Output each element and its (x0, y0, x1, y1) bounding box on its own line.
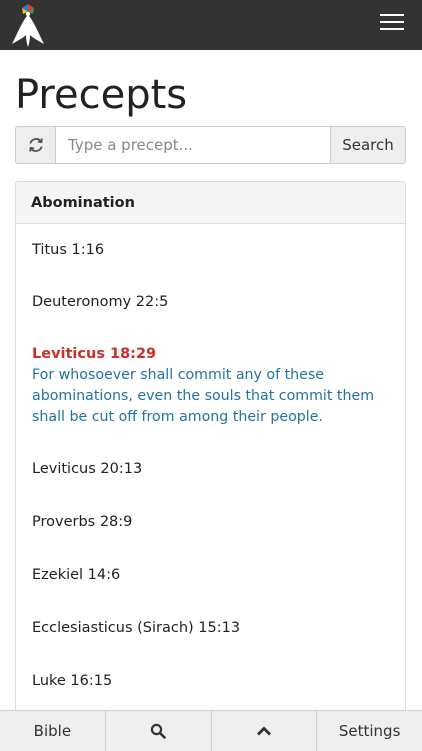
reference-label: Proverbs 28:9 (32, 514, 133, 530)
scroll-up-button[interactable] (212, 711, 318, 751)
search-bar: Search (15, 126, 406, 164)
precept-panel: Abomination Titus 1:16 Deuteronomy 22:5 … (15, 181, 406, 721)
page-title: Precepts (15, 72, 188, 118)
list-item[interactable]: Deuteronomy 22:5 (32, 261, 389, 313)
list-item[interactable]: Ezekiel 14:6 (32, 533, 389, 586)
list-item[interactable]: Ecclesiasticus (Sirach) 15:13 (32, 586, 389, 639)
reference-list: Titus 1:16 Deuteronomy 22:5 Leviticus 18… (16, 224, 405, 692)
settings-button[interactable]: Settings (317, 711, 422, 751)
precept-search-input[interactable] (55, 126, 331, 164)
hamburger-icon[interactable] (380, 14, 404, 34)
reference-label: Deuteronomy 22:5 (32, 294, 169, 310)
refresh-icon (28, 138, 43, 152)
reference-label: Titus 1:16 (32, 242, 105, 258)
reference-label: Leviticus 20:13 (32, 461, 143, 477)
list-item[interactable]: Titus 1:16 (32, 224, 389, 261)
top-navbar (0, 0, 422, 50)
ambassador-dove-logo[interactable] (8, 2, 48, 48)
reference-label: Ezekiel 14:6 (32, 567, 121, 583)
search-icon (150, 723, 166, 739)
list-item[interactable]: Luke 16:15 (32, 639, 389, 692)
list-item-active[interactable]: Leviticus 18:29 For whosoever shall comm… (32, 313, 389, 428)
reference-label: Luke 16:15 (32, 673, 113, 689)
search-nav-button[interactable] (106, 711, 212, 751)
search-button[interactable]: Search (331, 126, 406, 164)
reference-label: Ecclesiasticus (Sirach) 15:13 (32, 620, 241, 636)
panel-heading: Abomination (16, 182, 405, 224)
verse-text: For whosoever shall commit any of these … (32, 367, 375, 425)
bible-button[interactable]: Bible (0, 711, 106, 751)
refresh-button[interactable] (15, 126, 55, 164)
reference-label: Leviticus 18:29 (32, 346, 157, 362)
list-item[interactable]: Leviticus 20:13 (32, 428, 389, 480)
chevron-up-icon (256, 726, 271, 736)
bottom-nav: Bible Settings (0, 710, 422, 751)
list-item[interactable]: Proverbs 28:9 (32, 480, 389, 533)
